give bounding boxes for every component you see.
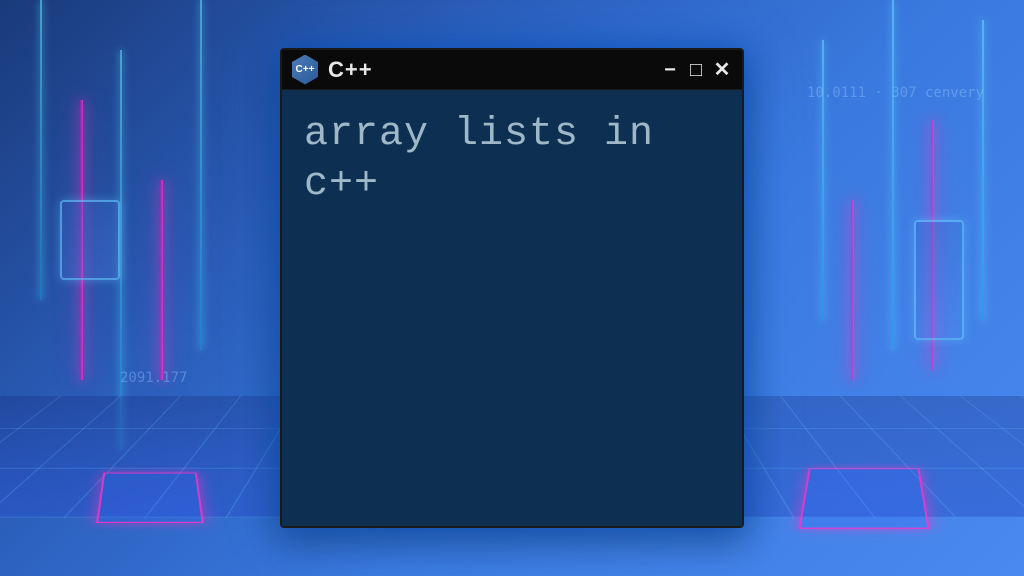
title-bar[interactable]: C++ C++ − □ ✕: [282, 50, 742, 90]
terminal-body: array lists in c++: [282, 90, 742, 526]
bg-decorative-text: 2091.177: [120, 370, 187, 386]
window-controls: − □ ✕: [660, 60, 732, 80]
minimize-button[interactable]: −: [660, 60, 680, 80]
close-button[interactable]: ✕: [712, 60, 732, 80]
bg-decorative-text: 10.0111 · 307 cenvery: [807, 85, 984, 101]
window-title: C++: [328, 57, 373, 83]
maximize-button[interactable]: □: [686, 60, 706, 80]
terminal-window: C++ C++ − □ ✕ array lists in c++: [280, 48, 744, 528]
cpp-icon: C++: [292, 55, 318, 85]
terminal-content: array lists in c++: [304, 110, 720, 210]
